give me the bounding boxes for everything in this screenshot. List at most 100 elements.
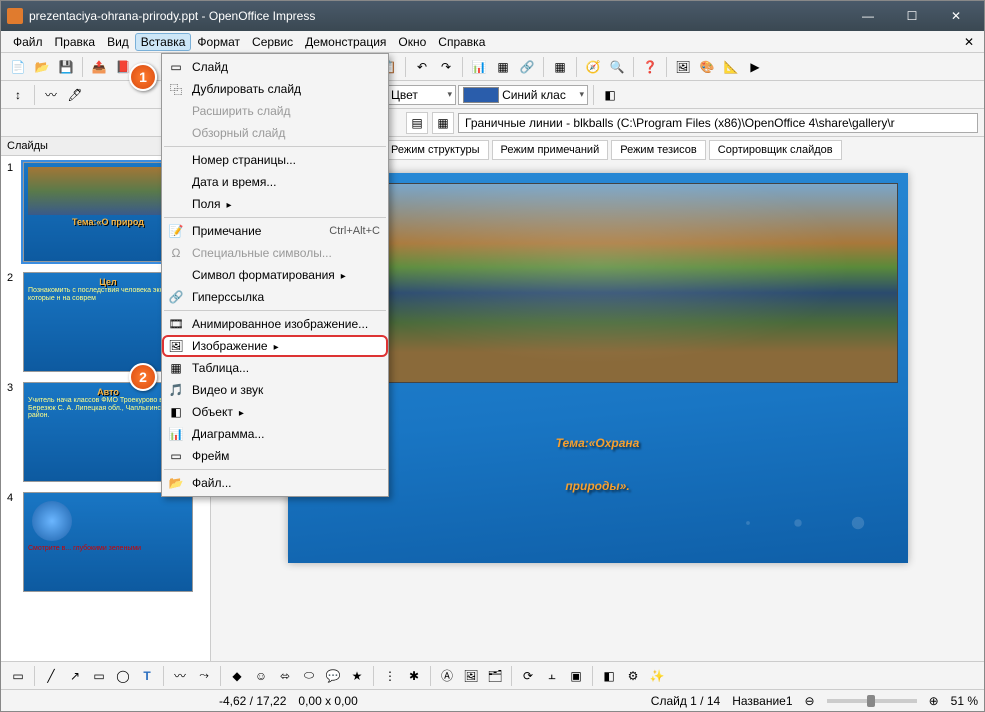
export-button[interactable]: 📤 [88,56,110,78]
menu-view[interactable]: Вид [101,33,135,51]
view-tab-sorter[interactable]: Сортировщик слайдов [709,140,842,160]
menu-item-таблица-[interactable]: ▦Таблица... [162,357,388,379]
points-tool[interactable]: ⋮ [379,665,401,687]
menu-window[interactable]: Окно [392,33,432,51]
blank-icon [166,196,186,212]
maximize-button[interactable]: ☐ [890,2,934,30]
gallery-path: Граничные линии - blkballs (C:\Program F… [458,113,978,133]
shadow-button[interactable]: ◧ [599,84,621,106]
menu-format[interactable]: Формат [191,33,246,51]
navigator-button[interactable]: 🧭 [582,56,604,78]
gallery-view1-button[interactable]: ▤ [406,112,428,134]
menu-tools[interactable]: Сервис [246,33,299,51]
close-button[interactable]: ✕ [934,2,978,30]
menu-item-дублировать-слайд[interactable]: ⿻Дублировать слайд [162,78,388,100]
menu-item-фрейм[interactable]: ▭Фрейм [162,445,388,467]
text-tool[interactable]: T [136,665,158,687]
run-button[interactable]: ▶ [744,56,766,78]
menu-item-поля[interactable]: Поля [162,193,388,215]
line-style-button[interactable]: 〰 [40,84,62,106]
design-button[interactable]: 🎨 [696,56,718,78]
ellipse-tool[interactable]: ◯ [112,665,134,687]
grid-button[interactable]: ▦ [549,56,571,78]
menu-help[interactable]: Справка [432,33,491,51]
fontwork-tool[interactable]: Ⓐ [436,665,458,687]
rotate-tool[interactable]: ⟳ [517,665,539,687]
menu-item-изображение[interactable]: 🖼Изображение [162,335,388,357]
annotation-callout-1: 1 [129,63,157,91]
menu-edit[interactable]: Правка [49,33,102,51]
save-button[interactable]: 💾 [55,56,77,78]
obj-icon: ◧ [166,404,186,420]
table-button[interactable]: ▦ [492,56,514,78]
block-arrow-tool[interactable]: ⬄ [274,665,296,687]
statusbar: -4,62 / 17,22 0,00 x 0,00 Слайд 1 / 14 Н… [1,689,984,711]
open-button[interactable]: 📂 [31,56,53,78]
zoom-out-button[interactable]: ⊖ [805,694,815,708]
select-tool[interactable]: ▭ [7,665,29,687]
flowchart-tool[interactable]: ⬭ [298,665,320,687]
slide-button[interactable]: 🖼 [672,56,694,78]
menu-item-анимированное-изображение-[interactable]: 🎞Анимированное изображение... [162,313,388,335]
menu-item-примечание[interactable]: 📝ПримечаниеCtrl+Alt+C [162,220,388,242]
menubar: Файл Правка Вид Вставка Формат Сервис Де… [1,31,984,53]
help-button[interactable]: ❓ [639,56,661,78]
chart-button[interactable]: 📊 [468,56,490,78]
symbol-tool[interactable]: ☺ [250,665,272,687]
shapes-tool[interactable]: ◆ [226,665,248,687]
menu-item-символ-форматирования[interactable]: Символ форматирования [162,264,388,286]
callout-tool[interactable]: 💬 [322,665,344,687]
close-doc-button[interactable]: ✕ [960,35,978,49]
slide-icon: ▭ [166,59,186,75]
new-button[interactable]: 📄 [7,56,29,78]
menu-item-дата-и-время-[interactable]: Дата и время... [162,171,388,193]
glue-tool[interactable]: ✱ [403,665,425,687]
animation-tool[interactable]: ✨ [646,665,668,687]
view-tab-notes[interactable]: Режим примечаний [492,140,609,160]
minimize-button[interactable]: — [846,2,890,30]
menu-file[interactable]: Файл [7,33,49,51]
status-layout: Название1 [732,694,792,708]
menu-slideshow[interactable]: Демонстрация [299,33,392,51]
arrow-tool[interactable]: ↗ [64,665,86,687]
zoom-in-button[interactable]: ⊕ [929,694,939,708]
align-tool[interactable]: ⫠ [541,665,563,687]
extrusion-tool[interactable]: ◧ [598,665,620,687]
view-tab-outline[interactable]: Режим структуры [382,140,489,160]
hyperlink-button[interactable]: 🔗 [516,56,538,78]
connector-tool[interactable]: ⤳ [193,665,215,687]
gallery-bar: ▤ ▦ Граничные линии - blkballs (C:\Progr… [1,109,984,137]
gallery-view2-button[interactable]: ▦ [432,112,454,134]
zoom-button[interactable]: 🔍 [606,56,628,78]
titlebar: prezentaciya-ohrana-prirody.ppt - OpenOf… [1,1,984,31]
menu-item-номер-страницы-[interactable]: Номер страницы... [162,149,388,171]
fill-type-combo[interactable]: Цвет [386,85,456,105]
menu-item-объект[interactable]: ◧Объект [162,401,388,423]
arrange-tool[interactable]: ▣ [565,665,587,687]
line-color-button[interactable]: 🖊 [64,84,86,106]
layout-button[interactable]: 📐 [720,56,742,78]
gallery-tool[interactable]: 🗂 [484,665,506,687]
thumbnail[interactable]: 4 Смотрите в... глубокими зелеными [7,492,204,592]
menu-item-файл-[interactable]: 📂Файл... [162,472,388,494]
zoom-slider[interactable] [827,699,917,703]
interaction-tool[interactable]: ⚙ [622,665,644,687]
redo-button[interactable]: ↷ [435,56,457,78]
menu-item-обзорный-слайд: Обзорный слайд [162,122,388,144]
menu-insert[interactable]: Вставка [135,33,192,51]
undo-button[interactable]: ↶ [411,56,433,78]
menu-item-слайд[interactable]: ▭Слайд [162,56,388,78]
menu-item-гиперссылка[interactable]: 🔗Гиперссылка [162,286,388,308]
fill-color-combo[interactable]: Синий клас [458,85,588,105]
line-tool[interactable]: ╱ [40,665,62,687]
view-tab-handout[interactable]: Режим тезисов [611,140,706,160]
from-file-tool[interactable]: 🖼 [460,665,482,687]
window-title: prezentaciya-ohrana-prirody.ppt - OpenOf… [29,9,846,23]
rect-tool[interactable]: ▭ [88,665,110,687]
link-icon: 🔗 [166,289,186,305]
arrow-button[interactable]: ↕ [7,84,29,106]
star-tool[interactable]: ★ [346,665,368,687]
menu-item-видео-и-звук[interactable]: 🎵Видео и звук [162,379,388,401]
menu-item-диаграмма-[interactable]: 📊Диаграмма... [162,423,388,445]
curve-tool[interactable]: 〰 [169,665,191,687]
